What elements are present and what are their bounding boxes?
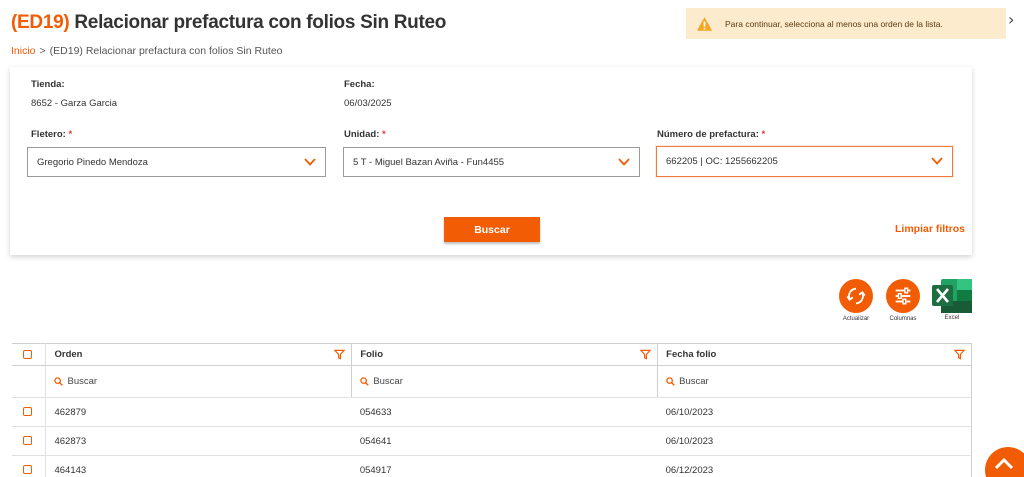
warning-toast: Para continuar, selecciona al menos una … [686,8,1006,39]
breadcrumb: Inicio > (ED19) Relacionar prefactura con … [11,45,283,57]
page-title: (ED19) Relacionar prefactura con folios … [11,12,446,34]
column-header-fecha-folio[interactable]: Fecha folio [657,343,972,366]
columns-caption: Columnas [889,316,917,322]
orden-cell: 464143 [45,455,352,477]
folio-cell: 054641 [351,426,658,456]
required-mark: * [382,129,386,140]
fecha-folio-cell: 06/10/2023 [657,397,972,427]
breadcrumb-separator: > [39,45,46,57]
columns-action[interactable]: Columnas [883,279,923,322]
fecha-folio-search-input[interactable]: Buscar [657,365,972,398]
fecha-label: Fecha: [344,79,375,90]
prefactura-select-value: 662205 | OC: 1255662205 [666,156,778,167]
row-checkbox[interactable] [23,436,32,446]
table-filter-row: Buscar Buscar Buscar [12,365,972,398]
warning-icon [696,16,713,31]
table-header-row: Orden Folio Fecha folio [12,343,972,366]
chevron-up-icon [994,457,1014,470]
search-button[interactable]: Buscar [444,217,540,242]
orden-cell: 462873 [45,426,352,456]
clear-filters-link[interactable]: Limpiar filtros [895,223,965,235]
fletero-select[interactable]: Gregorio Pinedo Mendoza [27,147,326,177]
prefactura-label: Número de prefactura: * [657,129,766,140]
toast-close-icon[interactable]: › [1008,10,1014,29]
unidad-select[interactable]: 5 T - Miguel Bazan Aviña - Fun4455 [343,147,640,177]
fecha-value: 06/03/2025 [344,98,392,109]
required-mark: * [761,129,766,140]
table-row[interactable]: 464143 054917 06/12/2023 [12,455,972,477]
column-header-orden[interactable]: Orden [45,343,353,366]
unidad-select-value: 5 T - Miguel Bazan Aviña - Fun4455 [353,156,505,168]
excel-action[interactable]: Excel [931,278,973,321]
page-code: (ED19) [11,12,70,33]
refresh-caption: Actualizar [842,316,870,322]
refresh-action[interactable]: Actualizar [836,279,876,322]
column-header-label: Orden [54,349,83,360]
columns-button[interactable] [886,279,920,313]
columns-settings-icon [895,287,911,305]
search-icon [666,377,675,386]
column-header-folio[interactable]: Folio [351,343,659,366]
scroll-to-top-button[interactable] [985,447,1024,477]
column-header-label: Folio [360,349,384,360]
chevron-down-icon [618,158,630,166]
filter-card: Tienda: 8652 - Garza Garcia Fecha: 06/03… [10,67,972,255]
tienda-value: 8652 - Garza Garcia [31,98,118,109]
unidad-label: Unidad: * [344,129,386,140]
select-all-checkbox[interactable] [23,349,32,359]
filter-icon[interactable] [334,349,346,360]
excel-icon[interactable] [931,278,973,314]
filter-icon[interactable] [640,349,652,360]
orden-cell: 462879 [45,397,352,427]
excel-caption: Excel [944,315,960,321]
orden-search-input[interactable]: Buscar [45,365,353,398]
refresh-icon [846,287,866,305]
folio-cell: 054633 [351,397,658,427]
filter-icon[interactable] [954,349,965,360]
column-header-label: Fecha folio [666,349,717,360]
folio-search-input[interactable]: Buscar [351,365,659,398]
table-row[interactable]: 462873 054641 06/10/2023 [12,426,972,456]
prefactura-select[interactable]: 662205 | OC: 1255662205 [656,146,953,177]
table-row[interactable]: 462879 054633 06/10/2023 [12,397,972,427]
search-icon [360,377,370,386]
refresh-button[interactable] [839,279,873,313]
breadcrumb-current: (ED19) Relacionar prefactura con folios … [49,45,283,57]
fletero-select-value: Gregorio Pinedo Mendoza [37,156,148,168]
breadcrumb-home-link[interactable]: Inicio [11,45,36,57]
required-mark: * [68,129,73,140]
page-title-text: Relacionar prefactura con folios Sin Rut… [74,12,447,33]
search-icon [54,377,64,386]
chevron-down-icon [931,157,943,165]
toast-message: Para continuar, selecciona al menos una … [725,18,943,29]
orders-table: Orden Folio Fecha folio Buscar Buscar Bu… [12,343,972,477]
row-checkbox[interactable] [23,407,32,417]
fletero-label: Fletero: * [31,129,73,140]
fecha-folio-cell: 06/12/2023 [657,455,972,477]
folio-cell: 054917 [351,455,658,477]
fecha-folio-cell: 06/10/2023 [657,426,972,456]
row-checkbox[interactable] [23,465,32,475]
select-all-cell [12,343,47,366]
chevron-down-icon [304,158,316,166]
tienda-label: Tienda: [31,79,65,90]
